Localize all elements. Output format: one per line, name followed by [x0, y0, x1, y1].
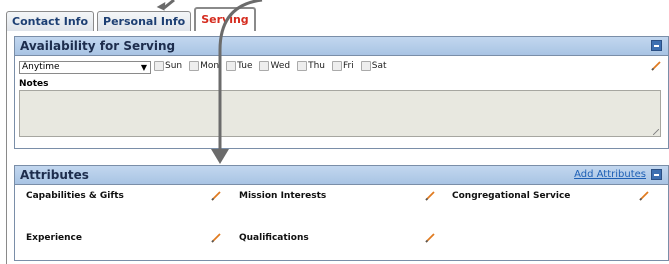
day-fri[interactable]: Fri [332, 61, 354, 71]
day-label: Sun [165, 61, 183, 71]
day-label: Mon [200, 61, 220, 71]
tab-personal-info[interactable]: Personal Info [97, 11, 192, 31]
checkbox-icon[interactable] [332, 61, 343, 71]
dropdown-arrow-icon: ▼ [140, 63, 147, 72]
pencil-icon[interactable] [425, 233, 435, 243]
day-label: Thu [308, 61, 326, 71]
attributes-section: Attributes Add Attributes Capabilities &… [14, 165, 669, 261]
day-label: Sat [371, 61, 387, 71]
tab-contact-info[interactable]: Contact Info [6, 11, 95, 31]
day-sat[interactable]: Sat [360, 61, 387, 71]
pencil-icon[interactable] [425, 191, 435, 201]
attribute-capabilities-gifts: Capabilities & Gifts [26, 191, 124, 201]
checkbox-icon[interactable] [297, 61, 308, 71]
day-label: Fri [343, 61, 354, 71]
resize-handle-icon[interactable] [653, 129, 659, 135]
day-label: Wed [270, 61, 291, 71]
serving-panel: Availability for Serving Anytime ▼ Sun M… [6, 31, 669, 264]
attribute-experience: Experience [26, 233, 82, 243]
day-label: Tue [237, 61, 253, 71]
checkbox-icon[interactable] [154, 61, 164, 71]
day-checkboxes: Sun Mon Tue Wed Thu Fri Sat [154, 61, 394, 71]
checkbox-icon[interactable] [226, 61, 237, 71]
tab-bar: Contact Info Personal Info Serving [6, 7, 259, 31]
attribute-mission-interests: Mission Interests [239, 191, 327, 201]
attributes-title: Attributes [20, 168, 89, 182]
collapse-icon[interactable] [651, 40, 662, 51]
day-mon[interactable]: Mon [189, 61, 219, 71]
availability-section: Availability for Serving Anytime ▼ Sun M… [14, 36, 669, 149]
availability-title: Availability for Serving [20, 39, 176, 53]
attributes-header: Attributes Add Attributes [15, 166, 668, 185]
notes-textarea[interactable] [19, 90, 661, 137]
checkbox-icon[interactable] [360, 61, 371, 71]
pencil-icon[interactable] [651, 61, 661, 71]
pencil-icon[interactable] [639, 191, 649, 201]
day-thu[interactable]: Thu [297, 61, 325, 71]
add-attributes-link[interactable]: Add Attributes [574, 169, 646, 181]
pencil-icon[interactable] [211, 191, 221, 201]
day-wed[interactable]: Wed [259, 61, 290, 71]
attribute-congregational-service: Congregational Service [452, 191, 571, 201]
tab-serving[interactable]: Serving [194, 7, 256, 31]
tab-pointer-arrow [163, 0, 175, 10]
attribute-qualifications: Qualifications [239, 233, 309, 243]
day-sun[interactable]: Sun [154, 61, 182, 71]
notes-label: Notes [19, 79, 49, 89]
availability-header: Availability for Serving [15, 37, 668, 56]
pencil-icon[interactable] [211, 233, 221, 243]
collapse-icon[interactable] [651, 169, 662, 180]
availability-select-value: Anytime [22, 62, 60, 72]
checkbox-icon[interactable] [189, 61, 200, 71]
day-tue[interactable]: Tue [226, 61, 252, 71]
availability-select[interactable]: Anytime ▼ [19, 61, 151, 74]
checkbox-icon[interactable] [259, 61, 270, 71]
